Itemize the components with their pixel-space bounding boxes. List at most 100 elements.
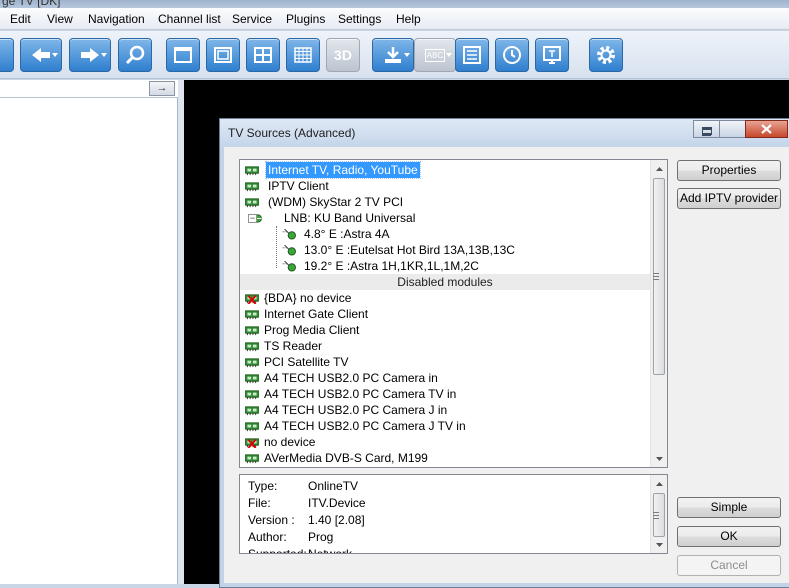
list-item[interactable]: 19.2° E :Astra 1H,1KR,1L,1M,2C <box>240 258 650 274</box>
properties-button[interactable]: Properties <box>677 160 781 181</box>
list-item-label: A4 TECH USB2.0 PC Camera J TV in <box>264 419 466 433</box>
settings-button[interactable] <box>589 38 623 72</box>
disabled-modules-header: Disabled modules <box>240 274 650 290</box>
list-item-label: A4 TECH USB2.0 PC Camera TV in <box>264 387 457 401</box>
list-item[interactable]: no device <box>240 434 650 450</box>
source-info-panel: Type: OnlineTV File: ITV.Device Version : 1.4… <box>239 474 668 554</box>
menu-plugins[interactable]: Plugins <box>286 12 325 26</box>
tv-button[interactable] <box>535 38 569 72</box>
scheduler-button[interactable] <box>495 38 529 72</box>
list-item[interactable]: A4 TECH USB2.0 PC Camera in <box>240 370 650 386</box>
ok-button[interactable]: OK <box>677 526 781 547</box>
chevron-up-icon <box>656 166 663 171</box>
menu-channel-list[interactable]: Channel list <box>158 12 221 26</box>
scroll-grip <box>653 276 659 277</box>
list-item[interactable]: PCI Satellite TV <box>240 354 650 370</box>
list-item-label: Prog Media Client <box>264 323 360 337</box>
chevron-down-icon <box>656 542 663 547</box>
chevron-down-icon <box>52 53 58 57</box>
list-item[interactable]: AVerMedia DVB-S Card, M199 <box>240 450 650 466</box>
record-button[interactable] <box>372 38 414 72</box>
list-item[interactable]: A4 TECH USB2.0 PC Camera TV in <box>240 386 650 402</box>
list-item[interactable]: IPTV Client <box>240 178 650 194</box>
sources-list[interactable]: Internet TV, Radio, YouTube IPTV Client (W… <box>239 159 668 468</box>
list-scrollbar[interactable] <box>650 160 667 467</box>
list-item[interactable]: TS Reader <box>240 338 650 354</box>
list-item[interactable]: Internet TV, Radio, YouTube <box>240 161 650 179</box>
list-item[interactable]: (WDM) SkyStar 2 TV PCI <box>240 194 650 210</box>
list-item-label: IPTV Client <box>268 179 329 193</box>
menu-edit[interactable]: Edit <box>10 12 31 26</box>
device-icon <box>245 342 259 352</box>
list-item-label: 19.2° E :Astra 1H,1KR,1L,1M,2C <box>304 259 479 273</box>
fullscreen-button[interactable] <box>206 38 240 72</box>
back-button[interactable] <box>20 38 62 72</box>
scroll-down-button[interactable] <box>651 450 667 467</box>
fullscreen-icon <box>214 47 232 63</box>
window-title: ge TV [DK] <box>2 0 61 8</box>
search-button[interactable] <box>118 38 152 72</box>
tv-sources-dialog: TV Sources (Advanced) Internet TV, Radio… <box>219 118 789 588</box>
3d-button[interactable]: 3D <box>326 38 360 72</box>
tree-expander-icon[interactable]: − <box>248 214 257 223</box>
info-key: Type: <box>248 479 278 493</box>
3d-icon: 3D <box>334 47 352 63</box>
device-icon <box>245 358 259 368</box>
scroll-grip <box>653 515 659 516</box>
device-icon <box>245 326 259 336</box>
chevron-down-icon <box>656 456 663 461</box>
list-item[interactable]: LNB: KU Band Universal <box>240 210 650 226</box>
maximize-button[interactable] <box>702 120 746 138</box>
list-item-label: (WDM) SkyStar 2 TV PCI <box>268 195 404 209</box>
list-item[interactable]: Internet Gate Client <box>240 306 650 322</box>
scroll-up-button[interactable] <box>651 475 667 492</box>
teletext-button[interactable]: ABC <box>414 38 456 72</box>
list-item-label: no device <box>264 435 316 449</box>
satellite-icon <box>282 229 296 240</box>
list-item[interactable]: {BDA} no device <box>240 290 650 306</box>
info-value: OnlineTV <box>308 479 359 493</box>
menu-settings[interactable]: Settings <box>338 12 381 26</box>
list-item[interactable]: 13.0° E :Eutelsat Hot Bird 13A,13B,13C <box>240 242 650 258</box>
device-icon <box>245 198 259 208</box>
list-item-label: LNB: KU Band Universal <box>284 211 416 225</box>
collapse-panel-button[interactable]: → <box>149 81 175 96</box>
cut-off-button[interactable] <box>0 38 14 72</box>
info-value: Network <box>308 547 353 554</box>
cancel-button[interactable]: Cancel <box>677 555 781 576</box>
forward-icon <box>81 48 99 62</box>
menu-view[interactable]: View <box>47 12 73 26</box>
satellite-icon <box>282 261 296 272</box>
list-icon <box>463 46 481 64</box>
window-title-bar: ge TV [DK] <box>0 0 789 8</box>
channel-list-button[interactable] <box>455 38 489 72</box>
grid-icon <box>294 47 312 63</box>
forward-button[interactable] <box>69 38 111 72</box>
add-iptv-provider-button[interactable]: Add IPTV provider <box>677 188 781 209</box>
grid-button[interactable] <box>286 38 320 72</box>
info-scrollbar[interactable] <box>650 475 667 553</box>
device-icon <box>245 182 259 192</box>
menu-navigation[interactable]: Navigation <box>88 12 145 26</box>
menu-help[interactable]: Help <box>396 12 421 26</box>
mosaic-button[interactable] <box>246 38 280 72</box>
window-mode-button[interactable] <box>166 38 200 72</box>
chevron-down-icon <box>446 53 452 57</box>
list-item[interactable]: A4 TECH USB2.0 PC Camera J in <box>240 402 650 418</box>
simple-button[interactable]: Simple <box>677 497 781 518</box>
dialog-title: TV Sources (Advanced) <box>228 126 356 140</box>
scroll-down-button[interactable] <box>651 536 667 553</box>
close-button[interactable] <box>745 120 788 138</box>
toolbar: 3D ABC <box>0 31 789 79</box>
menu-service[interactable]: Service <box>232 12 272 26</box>
clock-icon <box>503 46 521 64</box>
list-item-label: 4.8° E :Astra 4A <box>304 227 390 241</box>
info-value: 1.40 [2.08] <box>308 513 365 527</box>
scroll-up-button[interactable] <box>651 160 667 177</box>
list-item[interactable]: 4.8° E :Astra 4A <box>240 226 650 242</box>
scroll-grip <box>653 518 659 519</box>
device-icon <box>245 406 259 416</box>
teletext-icon: ABC <box>424 48 446 62</box>
list-item[interactable]: Prog Media Client <box>240 322 650 338</box>
list-item[interactable]: A4 TECH USB2.0 PC Camera J TV in <box>240 418 650 434</box>
